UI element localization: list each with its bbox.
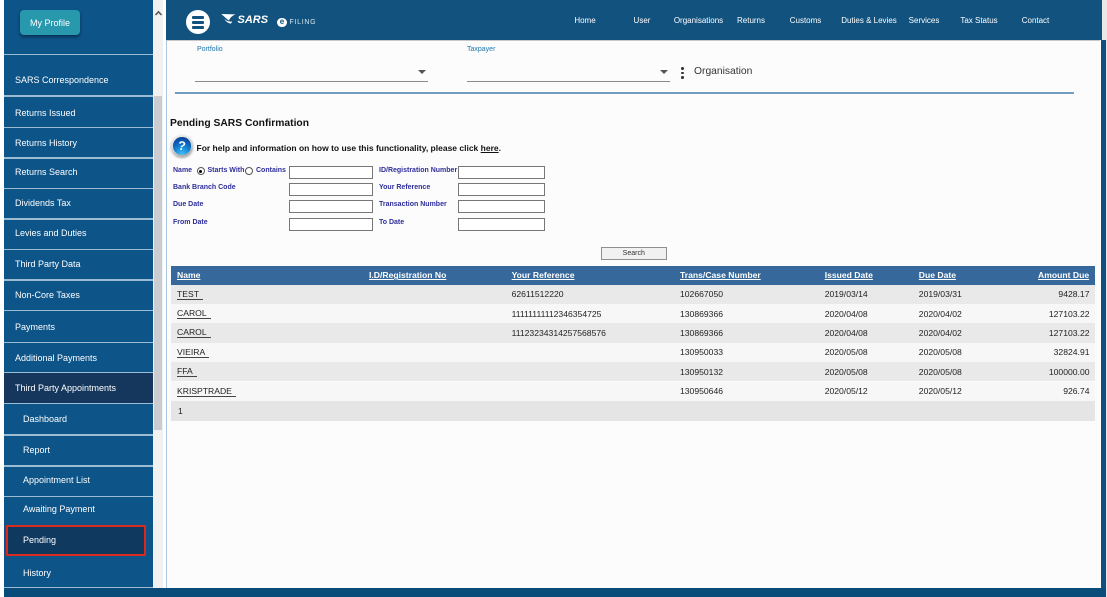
svg-text:SARS: SARS (238, 14, 269, 26)
